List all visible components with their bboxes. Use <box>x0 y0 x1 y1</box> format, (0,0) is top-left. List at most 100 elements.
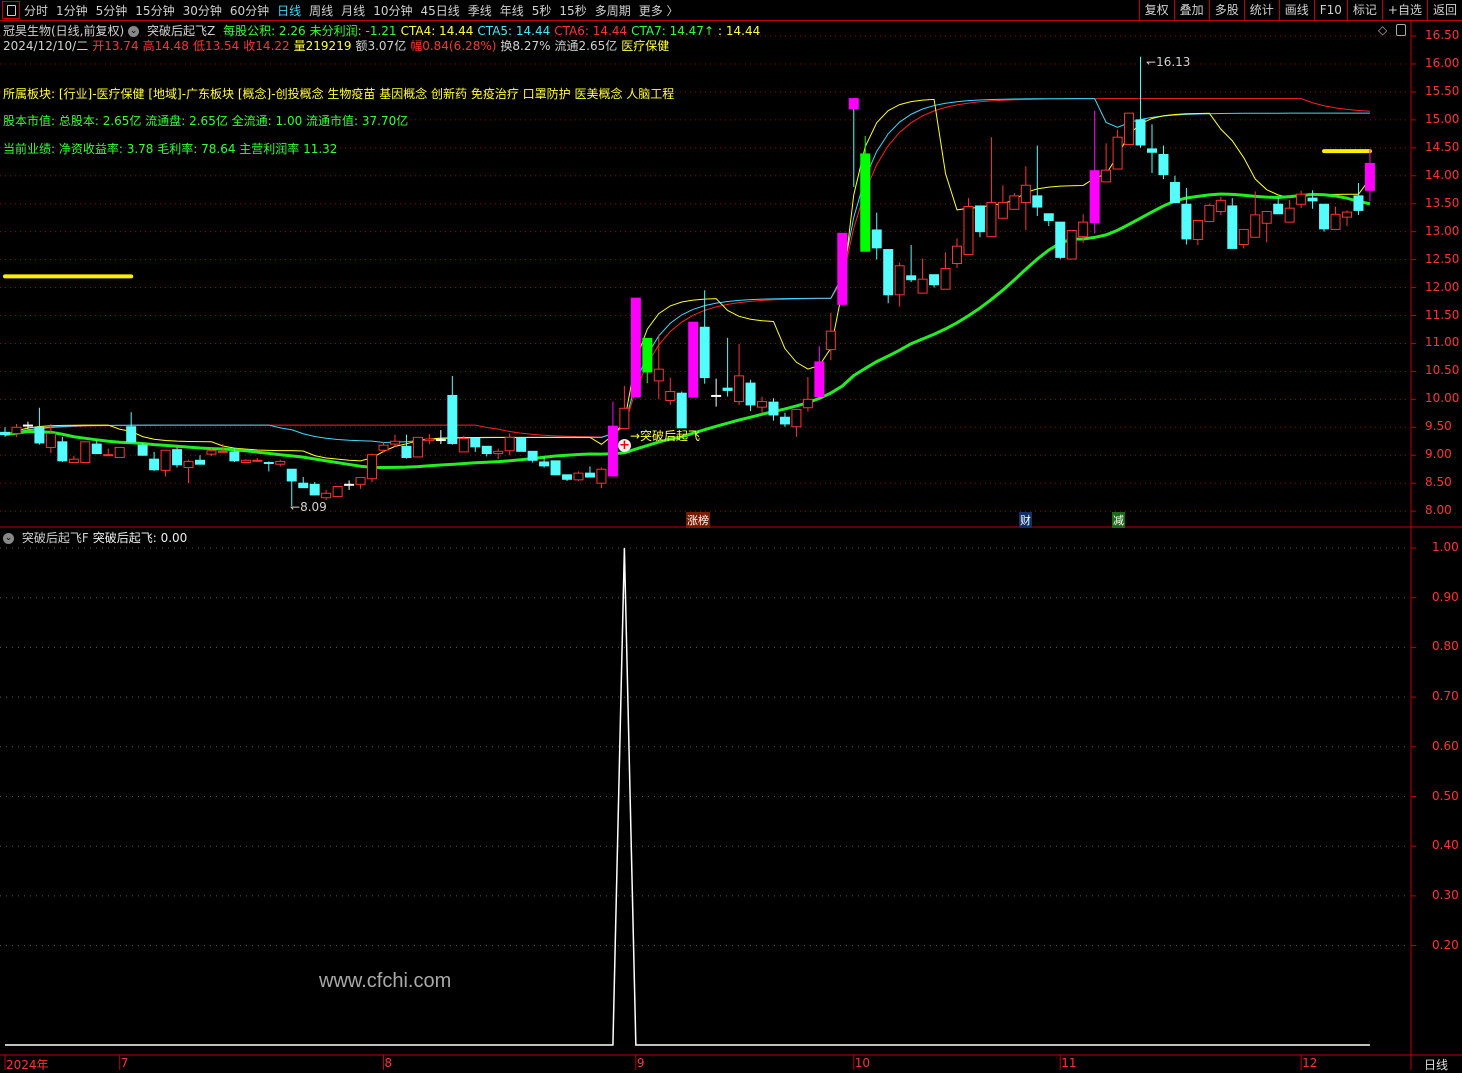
candle[interactable] <box>596 468 607 484</box>
candle[interactable] <box>791 408 802 428</box>
candle[interactable] <box>103 454 114 457</box>
candle[interactable] <box>1135 119 1146 146</box>
candle[interactable] <box>1032 195 1043 208</box>
buy-signal-icon[interactable]: + <box>618 439 631 452</box>
period-tab[interactable]: 5分钟 <box>96 2 128 19</box>
candle[interactable] <box>917 278 928 294</box>
candle[interactable] <box>1353 195 1364 211</box>
candle[interactable] <box>963 205 974 256</box>
candle[interactable] <box>217 450 228 453</box>
period-tab[interactable]: 更多 〉 <box>639 2 679 19</box>
candle[interactable] <box>367 454 378 480</box>
candle[interactable] <box>275 460 286 465</box>
candle[interactable] <box>745 382 756 406</box>
candle[interactable] <box>1112 136 1123 170</box>
toolbar-button[interactable]: 画线 <box>1278 0 1314 20</box>
candle[interactable] <box>389 440 400 445</box>
dropdown-icon[interactable]: ⌄ <box>128 26 140 37</box>
dropdown-icon[interactable]: ⌄ <box>3 533 14 544</box>
candle[interactable] <box>974 205 985 233</box>
candle[interactable] <box>504 436 515 452</box>
period-tab[interactable]: 60分钟 <box>230 2 269 19</box>
candle[interactable] <box>470 437 481 448</box>
candle[interactable] <box>1215 199 1226 213</box>
candle[interactable] <box>34 426 45 444</box>
lower-indicator-name[interactable]: 突破后起飞F <box>22 531 89 545</box>
candle[interactable] <box>539 461 550 467</box>
candle[interactable] <box>1330 213 1341 230</box>
candle[interactable] <box>722 387 733 391</box>
candle[interactable] <box>355 477 366 485</box>
diamond-icon[interactable]: ◇ <box>1378 23 1387 37</box>
candle[interactable] <box>986 202 997 238</box>
period-tab[interactable]: 日线 <box>277 2 301 19</box>
candle[interactable] <box>458 437 469 453</box>
candle[interactable] <box>1066 230 1077 260</box>
period-tab[interactable]: 15分钟 <box>135 2 174 19</box>
candle[interactable] <box>286 468 297 482</box>
candle[interactable] <box>894 265 905 296</box>
candle[interactable] <box>332 486 343 498</box>
candle[interactable] <box>906 275 917 281</box>
period-tab[interactable]: 15秒 <box>559 2 586 19</box>
candle[interactable] <box>516 437 527 452</box>
period-tab[interactable]: 年线 <box>500 2 524 19</box>
candle[interactable] <box>1101 169 1112 183</box>
candle[interactable] <box>321 492 332 499</box>
candle[interactable] <box>1341 211 1352 218</box>
period-tab[interactable]: 5秒 <box>532 2 552 19</box>
candle[interactable] <box>160 449 171 471</box>
candle[interactable] <box>688 321 699 398</box>
candle[interactable] <box>126 426 137 443</box>
candle[interactable] <box>734 375 745 403</box>
candle[interactable] <box>481 445 492 455</box>
candle[interactable] <box>229 451 240 462</box>
candle[interactable] <box>550 460 561 476</box>
candle[interactable] <box>1250 214 1261 238</box>
candle[interactable] <box>860 153 871 252</box>
candle[interactable] <box>493 450 504 455</box>
candle[interactable] <box>952 245 963 265</box>
candle[interactable] <box>802 398 813 409</box>
candle[interactable] <box>80 441 91 464</box>
candle[interactable] <box>1227 205 1238 249</box>
candle[interactable] <box>1364 162 1375 191</box>
candle[interactable] <box>1192 219 1203 240</box>
candle[interactable] <box>848 98 859 110</box>
candle[interactable] <box>562 474 573 480</box>
period-label[interactable]: 日线 <box>1424 1056 1448 1073</box>
period-tab[interactable]: 1分钟 <box>56 2 88 19</box>
candle[interactable] <box>1319 203 1330 230</box>
candle[interactable] <box>699 326 710 379</box>
candle[interactable] <box>149 458 160 471</box>
candle[interactable] <box>1158 154 1169 176</box>
candle[interactable] <box>424 438 435 442</box>
candle[interactable] <box>91 443 102 455</box>
tag-zhangbang[interactable]: 涨榜 <box>686 512 710 528</box>
candle[interactable] <box>114 446 125 458</box>
candle[interactable] <box>814 361 825 398</box>
toolbar-button[interactable]: +自选 <box>1381 0 1427 20</box>
candle[interactable] <box>447 394 458 445</box>
toolbar-button[interactable]: F10 <box>1313 0 1347 20</box>
candle[interactable] <box>183 460 194 469</box>
candle[interactable] <box>619 407 630 429</box>
candle[interactable] <box>665 391 676 401</box>
candle[interactable] <box>929 274 940 286</box>
candle[interactable] <box>378 444 389 451</box>
candle[interactable] <box>837 232 848 305</box>
period-tab[interactable]: 多周期 <box>595 2 631 19</box>
candle[interactable] <box>194 459 205 465</box>
toolbar-button[interactable]: 复权 <box>1138 0 1174 20</box>
period-tab[interactable]: 45日线 <box>420 2 459 19</box>
candle[interactable] <box>883 249 894 296</box>
period-tab[interactable]: 月线 <box>341 2 365 19</box>
candle[interactable] <box>137 444 148 456</box>
candle[interactable] <box>630 297 641 398</box>
period-tab[interactable]: 30分钟 <box>183 2 222 19</box>
candle[interactable] <box>711 394 722 397</box>
candle[interactable] <box>0 431 10 436</box>
candle[interactable] <box>1055 221 1066 258</box>
candle[interactable] <box>676 392 687 429</box>
toolbar-button[interactable]: 统计 <box>1243 0 1279 20</box>
